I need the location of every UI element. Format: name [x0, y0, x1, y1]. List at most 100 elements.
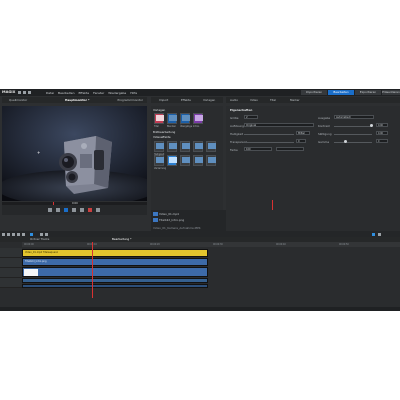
prop-saturation-slider[interactable] — [334, 133, 372, 135]
undo-icon[interactable] — [12, 232, 15, 236]
fx-brightness[interactable] — [154, 141, 164, 152]
menu-effects[interactable]: Effekte — [79, 91, 90, 95]
stop-icon[interactable] — [72, 208, 76, 212]
prop-color-field-2[interactable] — [276, 147, 304, 151]
prop-transparency-field[interactable]: 0 — [296, 139, 306, 143]
fx-brightness-label: Helligkeit — [154, 153, 165, 156]
zoom-icon[interactable] — [372, 232, 375, 236]
record-icon[interactable] — [88, 208, 92, 212]
prop-brightness-slider[interactable] — [244, 133, 294, 135]
source-monitor-label[interactable]: Quellmonitor — [9, 97, 27, 103]
fx-fades[interactable] — [167, 113, 177, 124]
loop-icon[interactable] — [96, 208, 100, 212]
media-item-1[interactable]: Video_01.mp4 — [159, 212, 179, 216]
properties-tabs: Audio Video Titel Marker — [226, 97, 400, 103]
play-icon[interactable] — [64, 208, 68, 212]
split-icon[interactable] — [45, 232, 48, 236]
redo-icon[interactable] — [17, 232, 20, 236]
timeline-ruler[interactable]: 00:00:00 00:00:10 00:00:20 00:00:30 00:0… — [22, 242, 400, 247]
marker-icon[interactable] — [40, 232, 43, 236]
save-icon[interactable] — [28, 90, 31, 94]
menu-help[interactable]: Hilfe — [130, 91, 137, 95]
cursor-tool-icon[interactable] — [2, 232, 5, 236]
fx-shadow[interactable] — [167, 155, 177, 166]
section-templates[interactable]: Vorlagen — [153, 108, 165, 112]
track-header-2[interactable] — [0, 258, 22, 268]
media-thumb-1[interactable] — [153, 212, 158, 216]
fx-alpha[interactable] — [193, 155, 203, 166]
track-header-1[interactable] — [0, 248, 22, 258]
effects-tabs: Import Effekte Vorlagen — [151, 97, 223, 103]
prop-output-select[interactable]: Automatisch — [334, 115, 374, 119]
prop-gamma-knob[interactable] — [344, 140, 347, 143]
menu-edit[interactable]: Bearbeiten — [58, 91, 74, 95]
media-item-2[interactable]: Titelbild_Intro.png — [159, 218, 184, 222]
snap-icon[interactable] — [30, 232, 33, 236]
editor-window: MAGIX Datei Bearbeiten Effekte Fenster W… — [0, 89, 400, 311]
prop-contrast-field[interactable]: 0.00 — [376, 123, 388, 127]
prop-color-field[interactable]: 100 — [244, 147, 272, 151]
tab-title[interactable]: Titel — [270, 97, 276, 103]
prop-gamma-field[interactable]: 0 — [376, 139, 388, 143]
track-header-3[interactable] — [0, 268, 22, 278]
tab-effects[interactable]: Effekte — [181, 97, 191, 103]
new-file-icon[interactable] — [18, 90, 21, 94]
fx-color[interactable] — [167, 141, 177, 152]
properties-header: Eigenschaften — [230, 108, 253, 112]
step-back-icon[interactable] — [56, 208, 60, 212]
open-file-icon[interactable] — [23, 90, 26, 94]
tab-video[interactable]: Video — [250, 97, 258, 103]
fx-motion[interactable] — [193, 141, 203, 152]
media-playhead[interactable] — [272, 200, 273, 210]
prop-size-field[interactable]: 2 — [244, 115, 258, 119]
svg-text:+: + — [37, 150, 40, 155]
timeline-clip-audio-2[interactable] — [22, 284, 208, 288]
menu-window[interactable]: Fenster — [93, 91, 104, 95]
timeline-clip-blue-1[interactable]: Titelbild_Intro.png — [22, 258, 208, 266]
timeline-playhead[interactable] — [92, 242, 93, 298]
fx-distortion[interactable] — [154, 155, 164, 166]
timeline-clip-blue-2[interactable] — [22, 267, 208, 277]
fx-title[interactable] — [154, 113, 164, 124]
prop-saturation-field[interactable]: 0.00 — [376, 131, 388, 135]
fit-view-icon[interactable] — [378, 232, 381, 236]
fx-sharpness[interactable] — [180, 141, 190, 152]
prop-transparency-slider[interactable] — [244, 141, 294, 143]
video-preview[interactable]: + — [2, 106, 147, 201]
prop-contrast-slider[interactable] — [334, 125, 372, 127]
fx-intros-label: Intros — [193, 125, 200, 128]
delete-icon[interactable] — [22, 232, 25, 236]
prop-resolution-select[interactable]: Original — [244, 123, 314, 127]
menu-playback[interactable]: Wiedergabe — [108, 91, 126, 95]
timeline-clip-audio[interactable] — [22, 278, 208, 283]
fx-chroma[interactable] — [206, 155, 216, 166]
menu-file[interactable]: Datei — [46, 91, 54, 95]
step-forward-icon[interactable] — [80, 208, 84, 212]
tab-audio[interactable]: Audio — [230, 97, 238, 103]
fx-mirror[interactable] — [180, 155, 190, 166]
prev-marker-icon[interactable] — [48, 208, 52, 212]
tab-export[interactable]: Exportieren — [355, 90, 381, 95]
prop-gamma-slider[interactable] — [334, 141, 372, 143]
fx-transitions[interactable] — [180, 113, 190, 124]
fx-distortion-label: Verzerrung — [154, 167, 166, 170]
prop-contrast-knob[interactable] — [370, 124, 373, 127]
media-thumb-2[interactable] — [153, 218, 158, 222]
tab-import-media[interactable]: Import — [159, 97, 168, 103]
track-header-4[interactable] — [0, 278, 22, 288]
tab-import[interactable]: Importieren — [301, 90, 327, 95]
fx-stabilize[interactable] — [206, 141, 216, 152]
fx-intros[interactable] — [193, 113, 203, 124]
program-monitor-label[interactable]: Programmmonitor — [118, 97, 143, 103]
tab-marker[interactable]: Marker — [290, 97, 300, 103]
tab-edit[interactable]: Bearbeiten — [328, 90, 354, 95]
timeline-clip-yellow[interactable]: Video_01.mp4 Titelsequenz — [22, 249, 208, 257]
timeline: Ordner Tracks Bearbeitung * 00:00:00 00:… — [0, 231, 400, 311]
cut-tool-icon[interactable] — [7, 232, 10, 236]
section-image-editing[interactable]: Bildbearbeitung — [153, 130, 175, 134]
tab-present[interactable]: Präsentieren — [382, 90, 400, 95]
tab-templates[interactable]: Vorlagen — [203, 97, 215, 103]
section-video-effects[interactable]: Videoeffekte — [153, 135, 171, 139]
prop-brightness-field[interactable]: Mittel — [296, 131, 310, 135]
prop-gamma-label: Gamma — [318, 140, 330, 144]
